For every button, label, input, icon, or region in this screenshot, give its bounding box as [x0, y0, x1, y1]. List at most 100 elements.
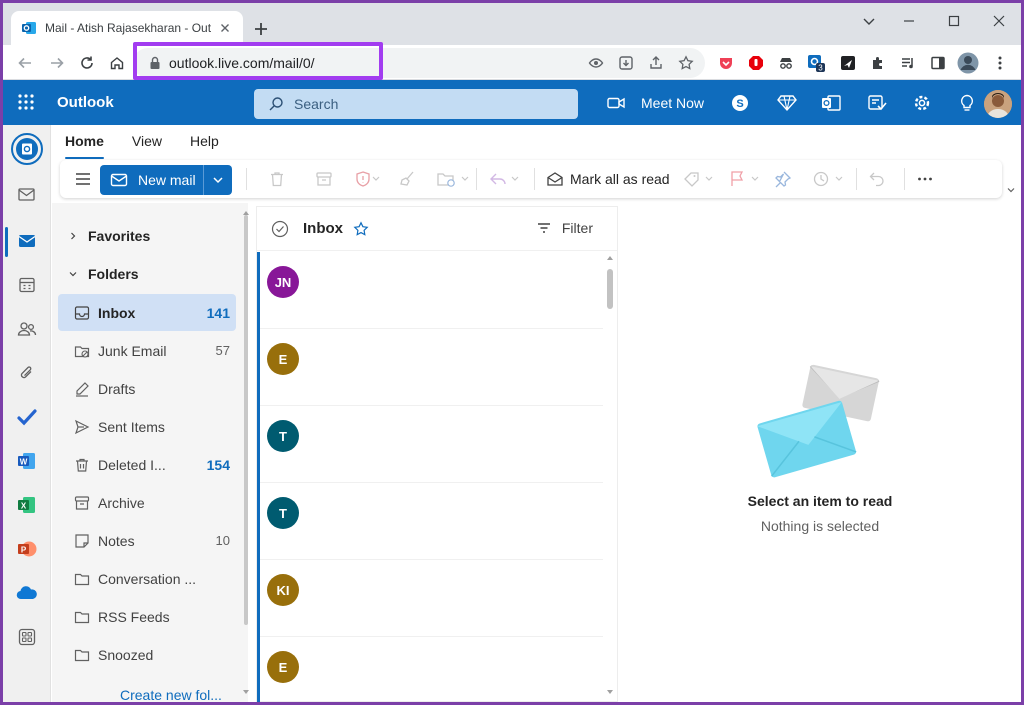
more-options-icon[interactable] — [916, 167, 934, 191]
new-mail-main[interactable]: New mail — [100, 165, 204, 195]
office-apps-icon[interactable] — [821, 92, 841, 114]
incognito-extension-icon[interactable] — [775, 52, 797, 74]
folder-icon — [58, 571, 98, 587]
premium-diamond-icon[interactable] — [777, 92, 797, 114]
reply-button[interactable] — [488, 167, 524, 191]
rail-powerpoint-icon[interactable]: P — [11, 533, 43, 565]
browser-menu-icon[interactable] — [989, 52, 1011, 74]
message-list-scrollbar[interactable] — [607, 269, 613, 309]
folder-item-rss-feeds[interactable]: RSS Feeds — [58, 598, 236, 635]
close-window-button[interactable] — [985, 9, 1013, 33]
share-icon[interactable] — [645, 52, 667, 74]
tab-search-chevron-icon[interactable] — [855, 9, 883, 33]
folder-item-inbox[interactable]: Inbox 141 — [58, 294, 236, 331]
rail-more-apps-icon[interactable] — [11, 621, 43, 653]
adblock-extension-icon[interactable] — [745, 52, 767, 74]
tips-lightbulb-icon[interactable] — [959, 92, 975, 114]
pocket-extension-icon[interactable] — [715, 52, 737, 74]
install-app-icon[interactable] — [615, 52, 637, 74]
folder-item-junk-email[interactable]: Junk Email 57 — [58, 332, 236, 369]
tab-home[interactable]: Home — [65, 133, 104, 159]
meet-now-button[interactable]: Meet Now — [607, 92, 704, 114]
categorize-tag-button[interactable] — [682, 167, 718, 191]
profile-avatar[interactable] — [957, 52, 979, 74]
scroll-down-arrow-icon[interactable] — [606, 689, 614, 695]
folder-item-conversation-history[interactable]: Conversation ... — [58, 560, 236, 597]
delete-button[interactable] — [268, 167, 286, 191]
rail-word-icon[interactable]: W — [11, 445, 43, 477]
folder-item-snoozed[interactable]: Snoozed — [58, 636, 236, 673]
search-box[interactable]: Search — [254, 89, 578, 119]
favorites-label: Favorites — [88, 227, 151, 244]
chevron-right-icon — [58, 231, 88, 241]
mark-all-read-button[interactable]: Mark all as read — [546, 167, 670, 191]
folder-scrollbar[interactable] — [244, 215, 248, 625]
extensions-puzzle-icon[interactable] — [867, 52, 889, 74]
scroll-up-arrow-icon[interactable] — [606, 255, 614, 261]
list-item[interactable]: JN — [257, 252, 603, 329]
report-shield-button[interactable] — [354, 167, 380, 191]
list-item[interactable]: E — [257, 637, 603, 702]
move-to-folder-button[interactable] — [436, 167, 472, 191]
rail-calendar-icon[interactable] — [11, 269, 43, 301]
folder-item-drafts[interactable]: Drafts — [58, 370, 236, 407]
rail-attachment-icon[interactable] — [11, 357, 43, 389]
list-item[interactable]: T — [257, 483, 603, 560]
scroll-down-arrow-icon[interactable] — [242, 689, 250, 695]
app-name[interactable]: Outlook — [57, 94, 114, 111]
favorite-star-icon[interactable] — [353, 220, 369, 237]
new-tab-button[interactable] — [249, 17, 273, 41]
rail-mail-icon[interactable] — [11, 225, 43, 257]
bookmark-star-icon[interactable] — [675, 52, 697, 74]
settings-gear-icon[interactable] — [913, 92, 931, 114]
reload-button[interactable] — [75, 51, 99, 75]
rail-outlook-app[interactable] — [11, 133, 43, 165]
outlook-extension-icon[interactable]: 3 — [805, 52, 827, 74]
tab-view[interactable]: View — [132, 133, 162, 159]
create-new-folder-link[interactable]: Create new fol... — [120, 687, 222, 702]
tab-close-icon[interactable] — [217, 20, 233, 36]
home-button[interactable] — [105, 51, 129, 75]
eye-icon[interactable] — [585, 52, 607, 74]
folders-section[interactable]: Folders — [58, 255, 236, 292]
collapse-pane-menu-icon[interactable] — [74, 167, 92, 191]
new-mail-button[interactable]: New mail — [100, 165, 232, 195]
undo-button[interactable] — [868, 167, 886, 191]
forward-button[interactable] — [45, 51, 69, 75]
favorites-section[interactable]: Favorites — [58, 217, 236, 254]
skype-icon[interactable]: S — [731, 92, 749, 114]
filter-button[interactable]: Filter — [536, 220, 593, 236]
folder-label: Conversation ... — [98, 570, 197, 587]
rail-people-icon[interactable] — [11, 313, 43, 345]
archive-button[interactable] — [315, 167, 333, 191]
send-extension-icon[interactable] — [837, 52, 859, 74]
rail-excel-icon[interactable]: X — [11, 489, 43, 521]
snooze-clock-button[interactable] — [812, 167, 848, 191]
maximize-button[interactable] — [940, 9, 968, 33]
rail-send-mail-icon[interactable] — [11, 179, 43, 211]
select-all-check-icon[interactable] — [271, 220, 289, 238]
list-item[interactable]: KI — [257, 560, 603, 637]
whats-new-icon[interactable] — [867, 92, 887, 114]
media-control-icon[interactable] — [897, 52, 919, 74]
app-launcher-icon[interactable] — [17, 93, 35, 111]
side-panel-icon[interactable] — [927, 52, 949, 74]
minimize-button[interactable] — [895, 9, 923, 33]
folder-item-archive[interactable]: Archive — [58, 484, 236, 521]
folder-item-notes[interactable]: Notes 10 — [58, 522, 236, 559]
sweep-broom-button[interactable] — [398, 167, 416, 191]
pin-button[interactable] — [774, 167, 792, 191]
tab-help[interactable]: Help — [190, 133, 219, 159]
user-avatar[interactable] — [984, 90, 1012, 118]
expand-ribbon-chevron-icon[interactable] — [1006, 185, 1016, 195]
folder-item-deleted-items[interactable]: Deleted I... 154 — [58, 446, 236, 483]
back-button[interactable] — [13, 51, 37, 75]
folder-item-sent-items[interactable]: Sent Items — [58, 408, 236, 445]
browser-tab[interactable]: Mail - Atish Rajasekharan - Outlook — [11, 11, 243, 45]
rail-onedrive-icon[interactable] — [11, 577, 43, 609]
rail-todo-icon[interactable] — [11, 401, 43, 433]
flag-button[interactable] — [728, 167, 764, 191]
list-item[interactable]: E — [257, 329, 603, 406]
new-mail-dropdown-chevron-icon[interactable] — [204, 165, 232, 195]
list-item[interactable]: T — [257, 406, 603, 483]
